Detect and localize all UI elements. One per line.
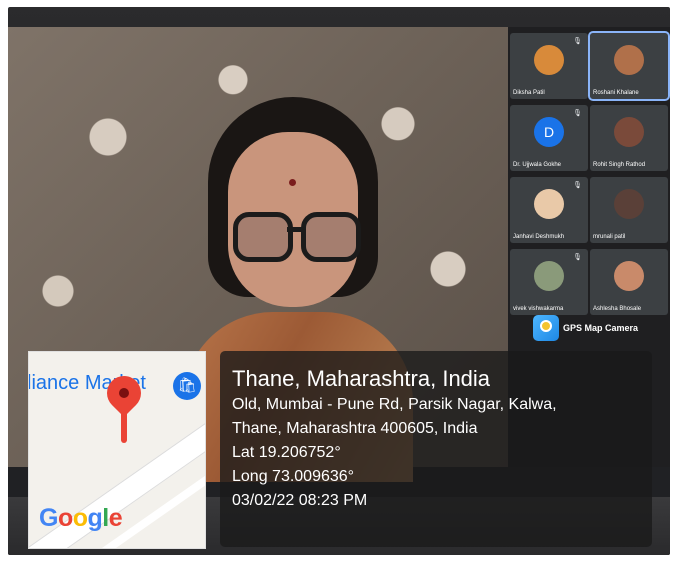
avatar [534, 261, 564, 291]
avatar [614, 189, 644, 219]
avatar [534, 45, 564, 75]
mic-off-icon: 🎙 [573, 38, 582, 45]
longitude: Long 73.009636° [232, 468, 355, 485]
participant-name: mrunali patil [593, 234, 626, 240]
avatar [614, 117, 644, 147]
map-thumbnail: liance Market 🛍 Google [28, 351, 206, 549]
participant-tile[interactable]: Ashlesha Bhosale [590, 249, 668, 315]
avatar [614, 261, 644, 291]
gps-camera-icon [533, 315, 559, 341]
participant-tile[interactable]: 🎙 Janhavi Deshmukh [510, 177, 588, 243]
mic-off-icon: 🎙 [573, 182, 582, 189]
latitude: Lat 19.206752° [232, 444, 341, 461]
avatar: D [534, 117, 564, 147]
participant-tile[interactable]: D 🎙 Dr. Ujjwala Gokhe [510, 105, 588, 171]
avatar [534, 189, 564, 219]
shopping-bag-icon: 🛍 [173, 372, 201, 400]
gps-app-label: GPS Map Camera [563, 323, 639, 333]
mic-off-icon: 🎙 [573, 254, 582, 261]
gps-app-badge: GPS Map Camera [533, 312, 658, 344]
participant-tile[interactable]: 🎙 Diksha Patil [510, 33, 588, 99]
participant-name: Roshani Khalane [593, 90, 639, 96]
participant-name: Dr. Ujjwala Gokhe [513, 162, 562, 168]
bindi-mark [289, 179, 296, 186]
timestamp: 03/02/22 08:23 PM [232, 492, 368, 509]
participant-tile[interactable]: 🎙 vivek vishwakarma [510, 249, 588, 315]
avatar [614, 45, 644, 75]
participant-name: Rohit Singh Rathod [593, 162, 646, 168]
location-title: Thane, Maharashtra, India [232, 366, 491, 391]
glasses-left-lens [233, 212, 293, 262]
participant-name: Diksha Patil [513, 90, 545, 96]
participant-name: Janhavi Deshmukh [513, 234, 565, 240]
glasses-right-lens [301, 212, 361, 262]
participant-tile[interactable]: mrunali patil [590, 177, 668, 243]
address-line-1: Old, Mumbai - Pune Rd, Parsik Nagar, Kal… [232, 396, 557, 413]
map-pin-dot [119, 388, 129, 398]
participant-tile[interactable]: Roshani Khalane [588, 31, 670, 101]
google-logo: Google [39, 504, 123, 532]
mic-off-icon: 🎙 [573, 110, 582, 117]
participant-tile[interactable]: Rohit Singh Rathod [590, 105, 668, 171]
location-info-panel: Thane, Maharashtra, India Old, Mumbai - … [220, 351, 652, 547]
address-line-2: Thane, Maharashtra 400605, India [232, 420, 478, 437]
